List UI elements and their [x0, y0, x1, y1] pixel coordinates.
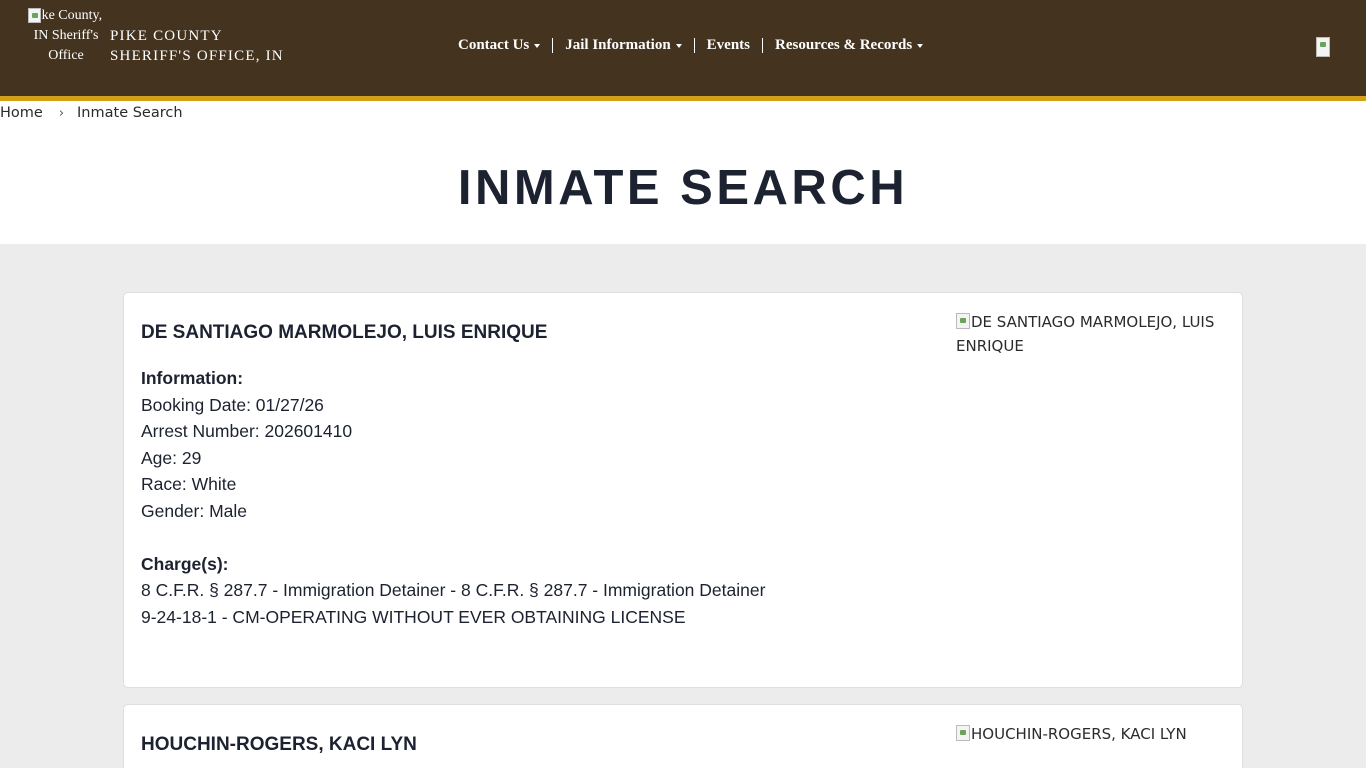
caret-down-icon — [534, 44, 541, 48]
nav-contact-us[interactable]: Contact Us — [452, 37, 546, 54]
broken-image-icon — [956, 313, 970, 329]
nav-divider — [762, 37, 764, 53]
main-nav: Contact Us Jail Information Events Resou… — [452, 33, 929, 57]
nav-resources-records[interactable]: Resources & Records — [769, 37, 929, 54]
inmate-card: HOUCHIN-ROGERS, KACI LYN HOUCHIN-ROGERS,… — [123, 704, 1243, 768]
search-icon — [1316, 37, 1330, 57]
nav-label: Jail Information — [565, 36, 671, 53]
caret-down-icon — [917, 44, 924, 48]
sheriff-logo[interactable]: Pike County, IN Sheriff's Office — [28, 6, 104, 66]
inmate-name: HOUCHIN-ROGERS, KACI LYN — [141, 734, 417, 755]
photo-alt-text: DE SANTIAGO MARMOLEJO, LUIS ENRIQUE — [956, 313, 1215, 355]
age: Age: 29 — [141, 447, 202, 468]
broken-image-icon — [28, 8, 41, 23]
nav-label: Contact Us — [458, 36, 530, 53]
nav-divider — [693, 37, 695, 53]
booking-date: Booking Date: 01/27/26 — [141, 394, 324, 415]
broken-image-icon — [956, 725, 970, 741]
inmate-details: Information: Booking Date: 01/27/26 Arre… — [141, 365, 765, 630]
charge-item: 8 C.F.R. § 287.7 - Immigration Detainer … — [141, 580, 766, 600]
gender: Gender: Male — [141, 500, 248, 521]
chevron-right-icon: › — [58, 105, 65, 121]
inmate-photo: DE SANTIAGO MARMOLEJO, LUIS ENRIQUE — [956, 310, 1226, 358]
inmate-photo: HOUCHIN-ROGERS, KACI LYN — [956, 722, 1226, 746]
photo-alt-text: HOUCHIN-ROGERS, KACI LYN — [971, 725, 1187, 743]
search-button[interactable] — [1316, 37, 1332, 59]
org-name-line2: SHERIFF'S OFFICE, IN — [110, 48, 284, 64]
nav-jail-information[interactable]: Jail Information — [559, 37, 687, 54]
nav-label: Events — [706, 36, 751, 53]
arrest-number: Arrest Number: 202601410 — [141, 421, 353, 441]
information-heading: Information: — [141, 368, 244, 388]
breadcrumb-current: Inmate Search — [77, 105, 183, 121]
nav-divider — [552, 37, 554, 53]
charge-item: 9-24-18-1 - CM-OPERATING WITHOUT EVER OB… — [141, 606, 686, 627]
inmate-card: DE SANTIAGO MARMOLEJO, LUIS ENRIQUE Info… — [123, 292, 1243, 688]
nav-events[interactable]: Events — [701, 37, 756, 54]
race: Race: White — [141, 474, 237, 494]
charges-heading: Charge(s): — [141, 553, 229, 574]
breadcrumb-home-link[interactable]: Home — [0, 105, 43, 121]
page-title: INMATE SEARCH — [457, 161, 909, 215]
org-name[interactable]: PIKE COUNTY SHERIFF'S OFFICE, IN — [110, 26, 300, 66]
breadcrumb: Home › Inmate Search — [0, 103, 183, 123]
inmate-name: DE SANTIAGO MARMOLEJO, LUIS ENRIQUE — [141, 322, 548, 343]
nav-label: Resources & Records — [775, 36, 913, 53]
caret-down-icon — [675, 44, 682, 48]
org-name-line1: PIKE COUNTY — [110, 28, 223, 44]
